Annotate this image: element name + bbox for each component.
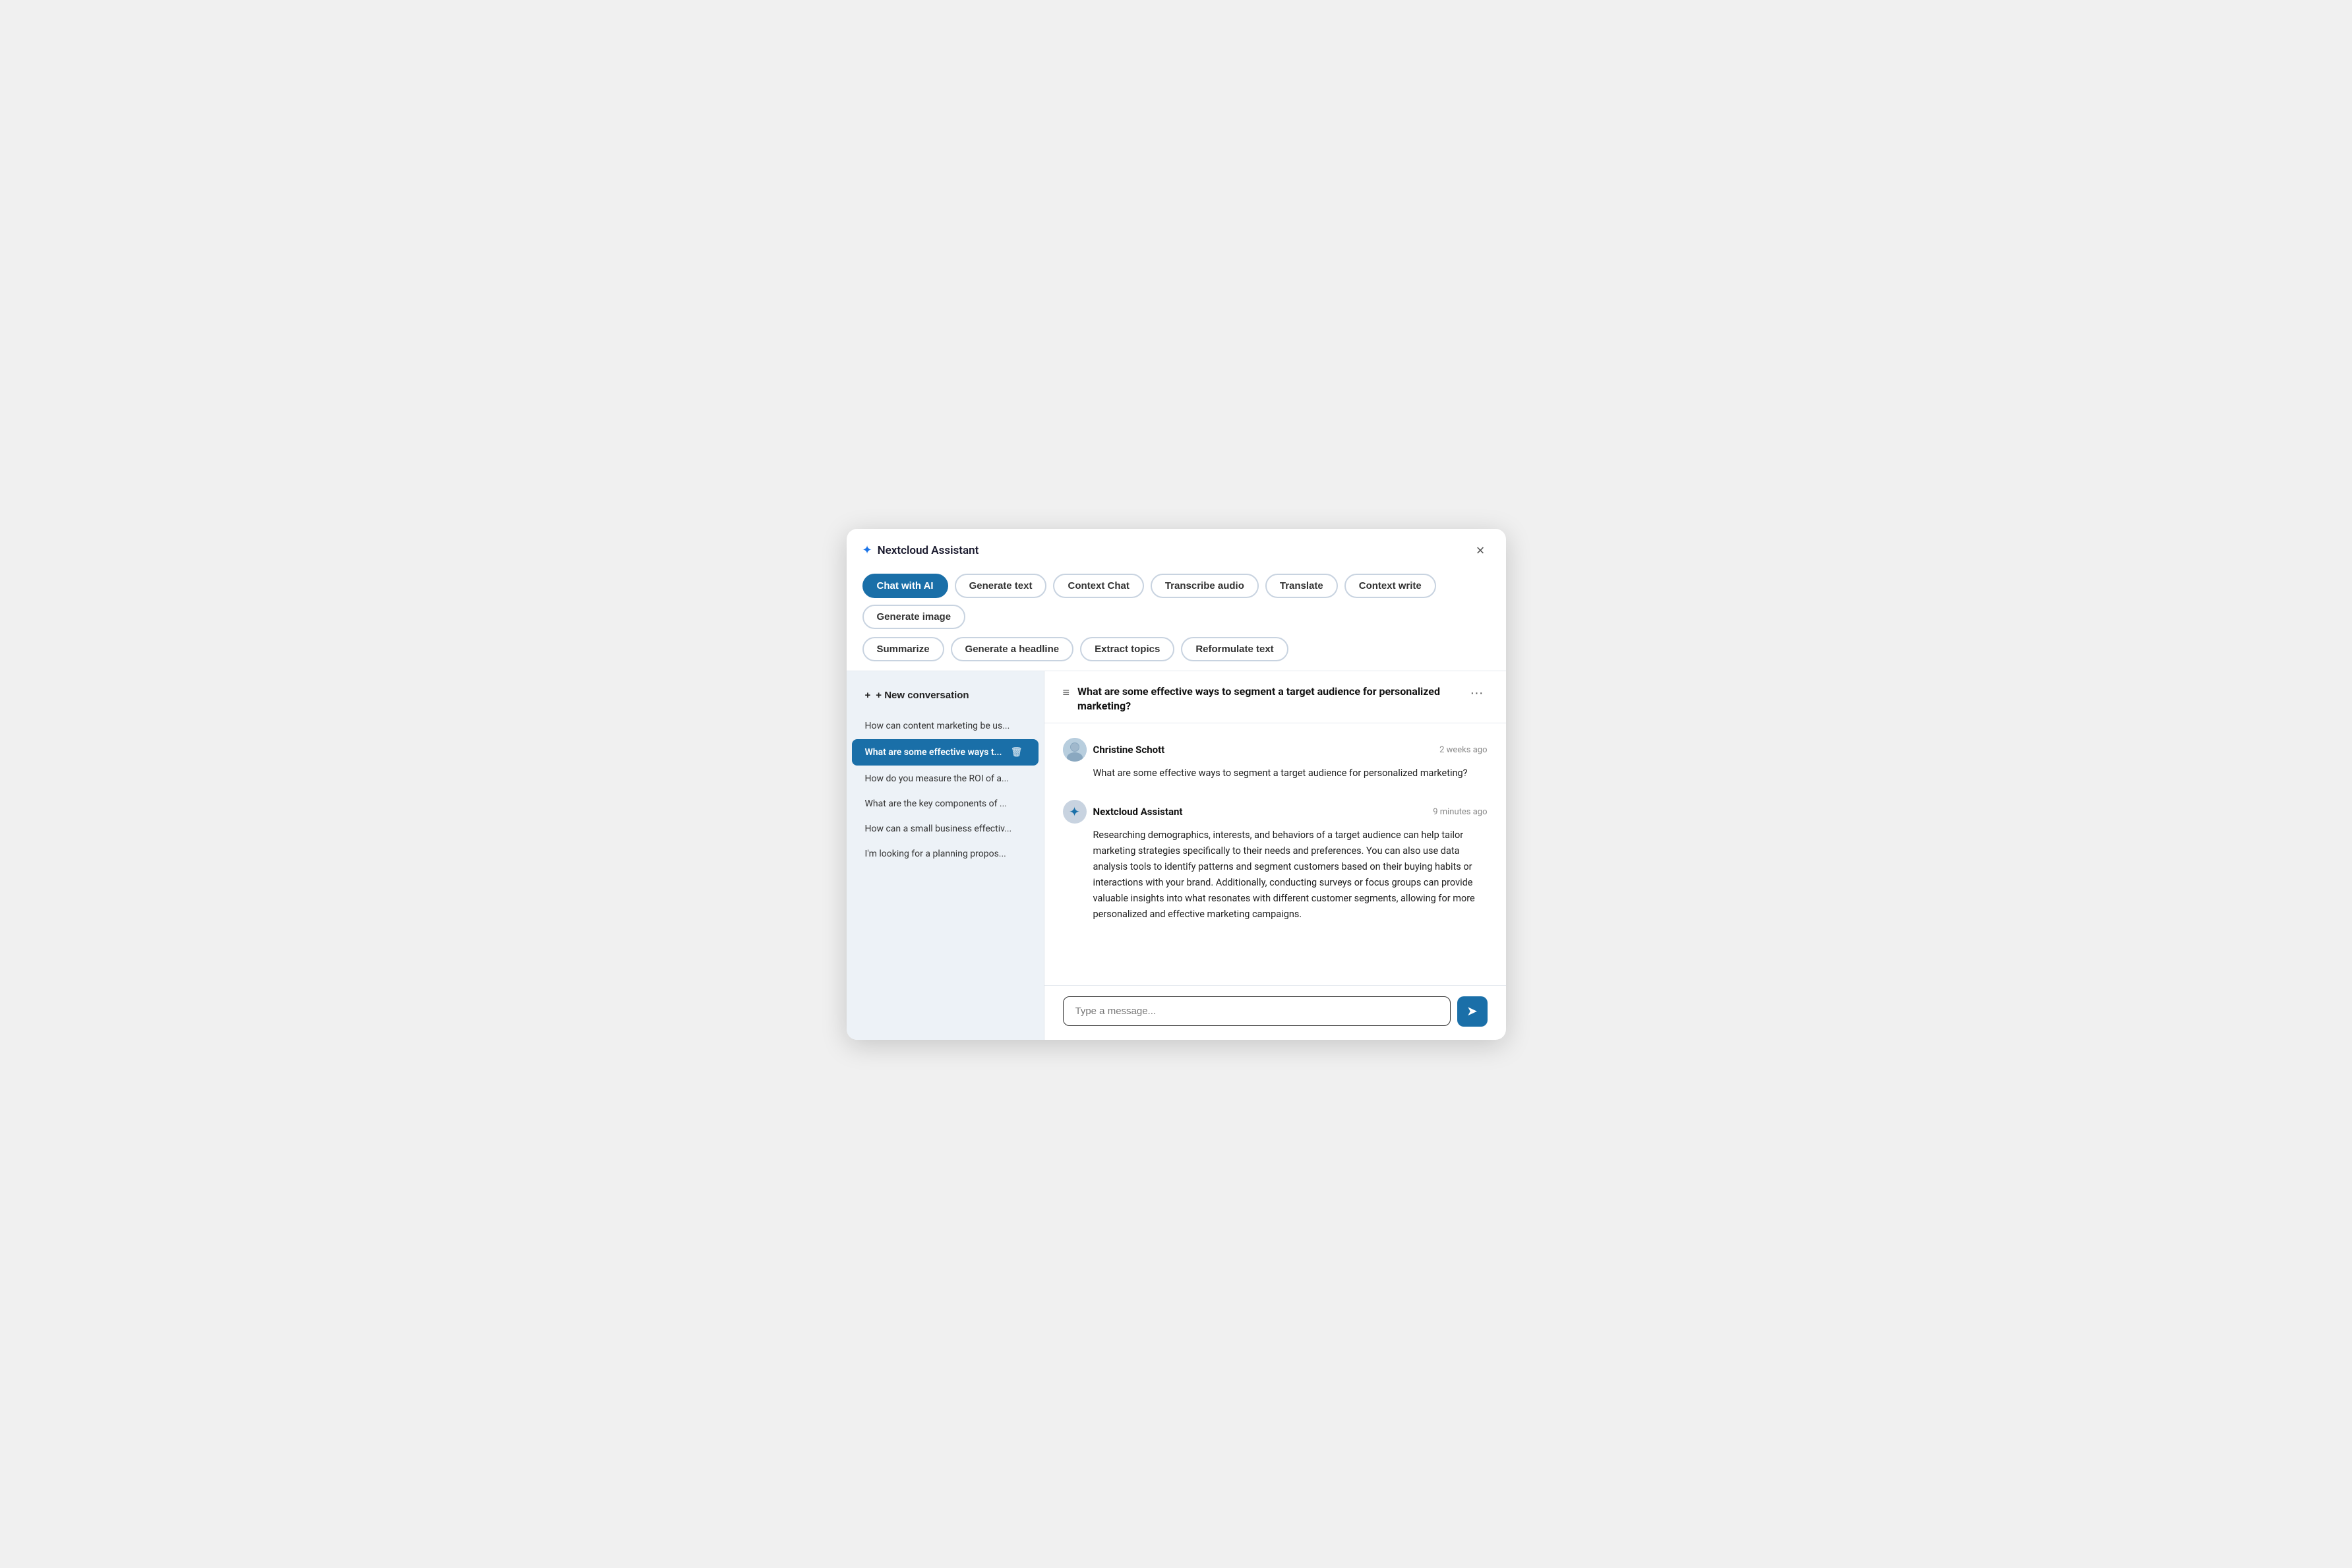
conversation-item[interactable]: How do you measure the ROI of a... bbox=[852, 767, 1039, 791]
tabs-row-2: Summarize Generate a headline Extract to… bbox=[847, 633, 1506, 671]
tab-generate-image[interactable]: Generate image bbox=[862, 605, 966, 629]
sparkle-icon: ✦ bbox=[862, 543, 872, 557]
delete-icon[interactable]: 🗑 bbox=[1008, 746, 1025, 759]
conversation-text: How do you measure the ROI of a... bbox=[865, 773, 1010, 784]
sparkle-avatar-icon: ✦ bbox=[1069, 804, 1080, 820]
message-time-assistant: 9 minutes ago bbox=[1433, 807, 1487, 817]
tab-chat-with-ai[interactable]: Chat with AI bbox=[862, 574, 948, 598]
modal-title: Nextcloud Assistant bbox=[878, 544, 979, 557]
plus-icon: + bbox=[865, 690, 871, 701]
send-icon: ➤ bbox=[1466, 1003, 1478, 1019]
conversation-text: How can content marketing be us... bbox=[865, 721, 1010, 731]
tab-translate[interactable]: Translate bbox=[1265, 574, 1338, 598]
tab-context-write[interactable]: Context write bbox=[1344, 574, 1436, 598]
new-conversation-label: + New conversation bbox=[876, 690, 969, 701]
modal-body: + + New conversation How can content mar… bbox=[847, 671, 1506, 1040]
list-icon: ≡ bbox=[1063, 686, 1070, 700]
chat-title-text: What are some effective ways to segment … bbox=[1077, 684, 1459, 714]
new-conversation-button[interactable]: + + New conversation bbox=[852, 683, 1039, 708]
conversation-text: What are the key components of ... bbox=[865, 799, 1008, 809]
conversation-item[interactable]: What are the key components of ... bbox=[852, 792, 1039, 816]
tabs-row-1: Chat with AI Generate text Context Chat … bbox=[847, 567, 1506, 633]
message-header: Christine Schott 2 weeks ago bbox=[1063, 738, 1488, 762]
input-area: ➤ bbox=[1044, 985, 1506, 1040]
sidebar: + + New conversation How can content mar… bbox=[847, 671, 1044, 1040]
nextcloud-assistant-modal: ✦ Nextcloud Assistant × Chat with AI Gen… bbox=[847, 529, 1506, 1040]
send-button[interactable]: ➤ bbox=[1457, 996, 1488, 1027]
tab-extract-topics[interactable]: Extract topics bbox=[1080, 637, 1174, 661]
chat-area: ≡ What are some effective ways to segmen… bbox=[1044, 671, 1506, 1040]
close-button[interactable]: × bbox=[1471, 541, 1490, 560]
tab-reformulate-text[interactable]: Reformulate text bbox=[1181, 637, 1288, 661]
conversation-item[interactable]: How can content marketing be us... bbox=[852, 714, 1039, 738]
message-content-assistant: Researching demographics, interests, and… bbox=[1063, 828, 1488, 922]
chat-title-left: ≡ What are some effective ways to segmen… bbox=[1063, 684, 1459, 714]
message-user: Christine Schott 2 weeks ago What are so… bbox=[1063, 738, 1488, 781]
message-sender-name: Christine Schott bbox=[1093, 744, 1165, 756]
avatar bbox=[1063, 738, 1087, 762]
conversation-item[interactable]: I'm looking for a planning propos... bbox=[852, 842, 1039, 866]
more-options-button[interactable]: ··· bbox=[1466, 684, 1488, 702]
modal-header: ✦ Nextcloud Assistant × bbox=[847, 529, 1506, 567]
conversation-text: How can a small business effectiv... bbox=[865, 824, 1012, 834]
message-sender-assistant: Nextcloud Assistant bbox=[1093, 806, 1183, 818]
conversation-text-active: What are some effective ways t... bbox=[865, 747, 1002, 758]
tab-context-chat[interactable]: Context Chat bbox=[1053, 574, 1143, 598]
conversation-text: I'm looking for a planning propos... bbox=[865, 849, 1006, 859]
message-input[interactable] bbox=[1063, 996, 1451, 1026]
message-header-assistant: ✦ Nextcloud Assistant 9 minutes ago bbox=[1063, 800, 1488, 824]
avatar-assistant: ✦ bbox=[1063, 800, 1087, 824]
message-assistant: ✦ Nextcloud Assistant 9 minutes ago Rese… bbox=[1063, 800, 1488, 922]
modal-title-wrap: ✦ Nextcloud Assistant bbox=[862, 543, 979, 557]
tab-generate-headline[interactable]: Generate a headline bbox=[951, 637, 1074, 661]
conversation-item[interactable]: How can a small business effectiv... bbox=[852, 817, 1039, 841]
tab-generate-text[interactable]: Generate text bbox=[955, 574, 1047, 598]
chat-title-bar: ≡ What are some effective ways to segmen… bbox=[1044, 671, 1506, 724]
message-time: 2 weeks ago bbox=[1439, 745, 1487, 755]
tab-summarize[interactable]: Summarize bbox=[862, 637, 944, 661]
messages-area: Christine Schott 2 weeks ago What are so… bbox=[1044, 723, 1506, 984]
tab-transcribe-audio[interactable]: Transcribe audio bbox=[1151, 574, 1259, 598]
conversation-item-active[interactable]: What are some effective ways t... 🗑 bbox=[852, 739, 1039, 766]
message-content-user: What are some effective ways to segment … bbox=[1063, 766, 1488, 781]
